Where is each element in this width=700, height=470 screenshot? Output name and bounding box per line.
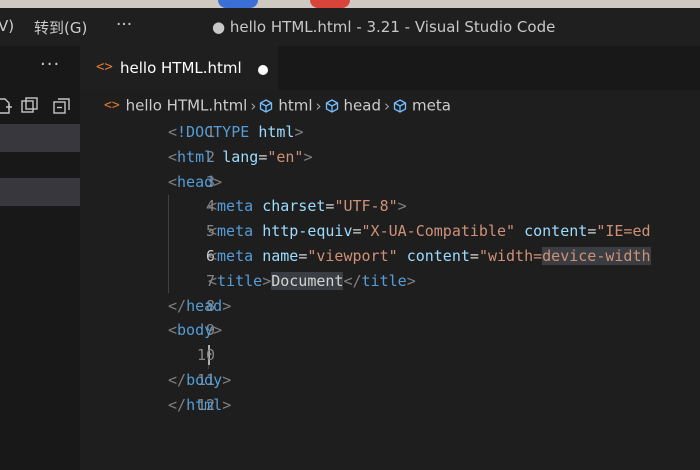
code-line[interactable]: 7 <title>Document</title>: [80, 269, 700, 294]
tab-label: hello HTML.html: [120, 59, 242, 77]
line-code[interactable]: <body>: [168, 318, 222, 343]
line-number: 10: [196, 346, 215, 365]
line-code[interactable]: </body>: [168, 368, 231, 393]
line-code[interactable]: </html>: [168, 393, 231, 418]
word-highlight: Document: [271, 271, 344, 290]
line-code[interactable]: <meta charset="UTF-8">: [208, 194, 407, 219]
new-file-icon[interactable]: [0, 96, 14, 116]
code-line[interactable]: 5 <meta http-equiv="X-UA-Compatible" con…: [80, 219, 700, 244]
html-file-icon: <>: [104, 98, 120, 113]
line-code[interactable]: <meta name="viewport" content="width=dev…: [208, 244, 651, 269]
breadcrumb-head[interactable]: head: [344, 97, 381, 115]
explorer-sidebar: ···: [0, 46, 80, 470]
explorer-row-selected[interactable]: [0, 124, 80, 152]
line-code[interactable]: <head>: [168, 170, 222, 195]
tab-hello-html[interactable]: <> hello HTML.html: [80, 46, 278, 91]
photo-edge: [0, 0, 700, 8]
line-code[interactable]: </head>: [168, 294, 231, 319]
collapse-all-icon[interactable]: [52, 96, 72, 116]
code-line[interactable]: 12 </html>: [80, 393, 700, 418]
selection-highlight: device-width: [542, 246, 651, 265]
menu-goto[interactable]: 转到(G): [34, 17, 87, 38]
chevron-right-icon: ›: [250, 96, 257, 115]
code-line-active[interactable]: 6 <meta name="viewport" content="width=d…: [80, 244, 700, 269]
explorer-row-file[interactable]: [0, 178, 80, 206]
chevron-right-icon: ›: [383, 96, 390, 115]
element-cube-icon: [325, 98, 338, 113]
line-code[interactable]: <meta http-equiv="X-UA-Compatible" conte…: [208, 219, 651, 244]
explorer-toolbar: [0, 96, 80, 118]
code-line[interactable]: 11 </body>: [80, 368, 700, 393]
breadcrumb-meta[interactable]: meta: [412, 97, 451, 115]
photo-blob-red: [310, 0, 350, 8]
menu-more[interactable]: ···: [116, 15, 132, 35]
breadcrumb-html[interactable]: html: [278, 97, 312, 115]
breadcrumb-file[interactable]: hello HTML.html: [126, 97, 248, 115]
photo-blob-blue: [218, 0, 258, 8]
line-code[interactable]: <title>Document</title>: [208, 269, 416, 294]
code-line[interactable]: 2 <html lang="en">: [80, 145, 700, 170]
code-line[interactable]: 1 <!DOCTYPE html>: [80, 120, 700, 145]
code-line[interactable]: 3 <head>: [80, 170, 700, 195]
menu-view[interactable]: V): [0, 17, 14, 35]
window-title: ● hello HTML.html - 3.21 - Visual Studio…: [212, 18, 556, 36]
code-line[interactable]: 4 <meta charset="UTF-8">: [80, 194, 700, 219]
title-bar: V) 转到(G) ··· ● hello HTML.html - 3.21 - …: [0, 8, 700, 46]
line-code[interactable]: <!DOCTYPE html>: [168, 120, 303, 145]
line-code[interactable]: <html lang="en">: [168, 145, 313, 170]
element-cube-icon: [393, 98, 407, 113]
code-line[interactable]: 10: [80, 343, 700, 368]
code-line[interactable]: 9 <body>: [80, 318, 700, 343]
new-folder-icon[interactable]: [20, 96, 40, 116]
html-file-icon: <>: [96, 59, 113, 75]
code-lines[interactable]: 1 <!DOCTYPE html> 2 <html lang="en"> 3 <…: [80, 120, 700, 418]
breadcrumb: <> hello HTML.html › html › head › meta: [104, 96, 451, 118]
sidebar-more-button[interactable]: ···: [40, 54, 60, 75]
tab-bar: <> hello HTML.html: [80, 46, 700, 91]
code-line[interactable]: 8 </head>: [80, 294, 700, 319]
element-cube-icon: [260, 98, 273, 113]
unsaved-dot-icon[interactable]: [258, 65, 268, 75]
chevron-right-icon: ›: [315, 96, 322, 115]
